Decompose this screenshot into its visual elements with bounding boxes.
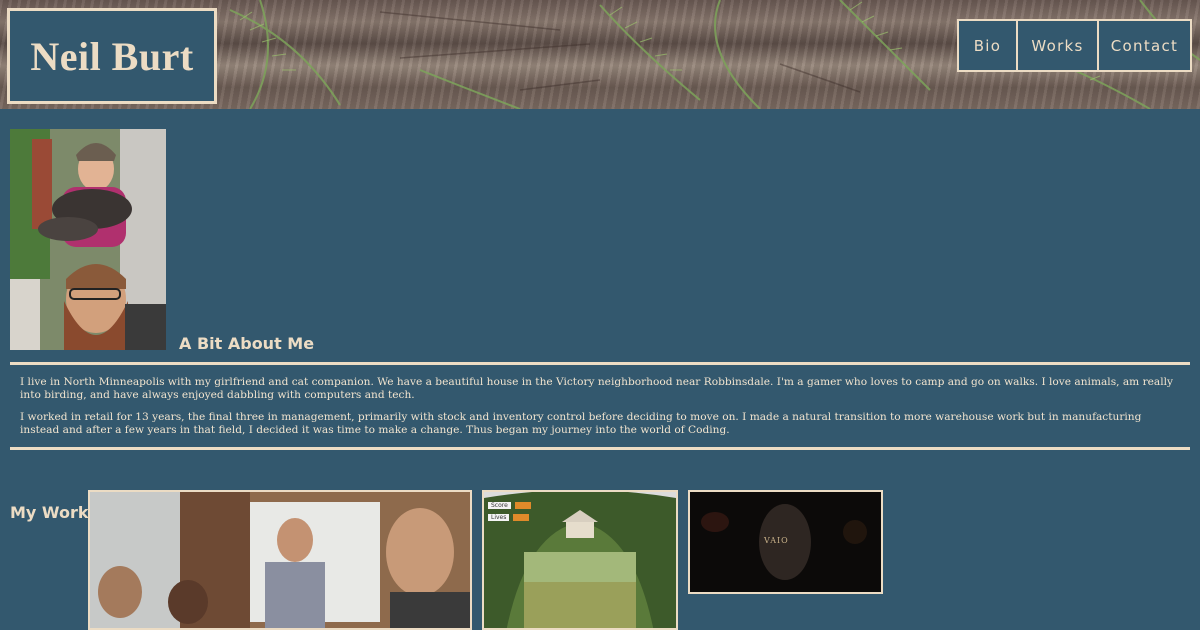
bio-paragraph: I worked in retail for 13 years, the fin… bbox=[20, 411, 1142, 436]
site-title: Neil Burt bbox=[30, 33, 194, 79]
work-thumbnail-dark[interactable]: VAIO bbox=[688, 490, 883, 594]
bio-paragraph: I live in North Minneapolis with my girl… bbox=[20, 376, 1174, 401]
site-header: Neil Burt Bio Works Contact bbox=[0, 0, 1200, 109]
main-nav: Bio Works Contact bbox=[957, 19, 1192, 72]
brand-text: VAIO bbox=[764, 536, 789, 545]
lives-bar bbox=[513, 514, 530, 521]
divider bbox=[10, 447, 1190, 450]
about-heading: A Bit About Me bbox=[179, 334, 315, 353]
score-label: Score bbox=[488, 502, 511, 509]
lives-label: Lives bbox=[488, 514, 510, 521]
nav-works-link[interactable]: Works bbox=[1018, 21, 1099, 70]
nav-contact-link[interactable]: Contact bbox=[1099, 21, 1190, 70]
nav-bio-link[interactable]: Bio bbox=[959, 21, 1018, 70]
site-logo[interactable]: Neil Burt bbox=[7, 8, 217, 104]
bio-section: I live in North Minneapolis with my girl… bbox=[20, 376, 1180, 446]
work-heading: My Work bbox=[10, 503, 89, 522]
work-thumbnail-game[interactable]: Score Lives bbox=[482, 490, 678, 630]
divider bbox=[10, 362, 1190, 365]
game-lives-hud: Lives bbox=[488, 514, 530, 521]
score-bar bbox=[514, 502, 531, 509]
game-score-hud: Score bbox=[488, 502, 531, 509]
work-thumbnail-team-photo[interactable] bbox=[88, 490, 472, 630]
profile-photo bbox=[10, 129, 166, 350]
